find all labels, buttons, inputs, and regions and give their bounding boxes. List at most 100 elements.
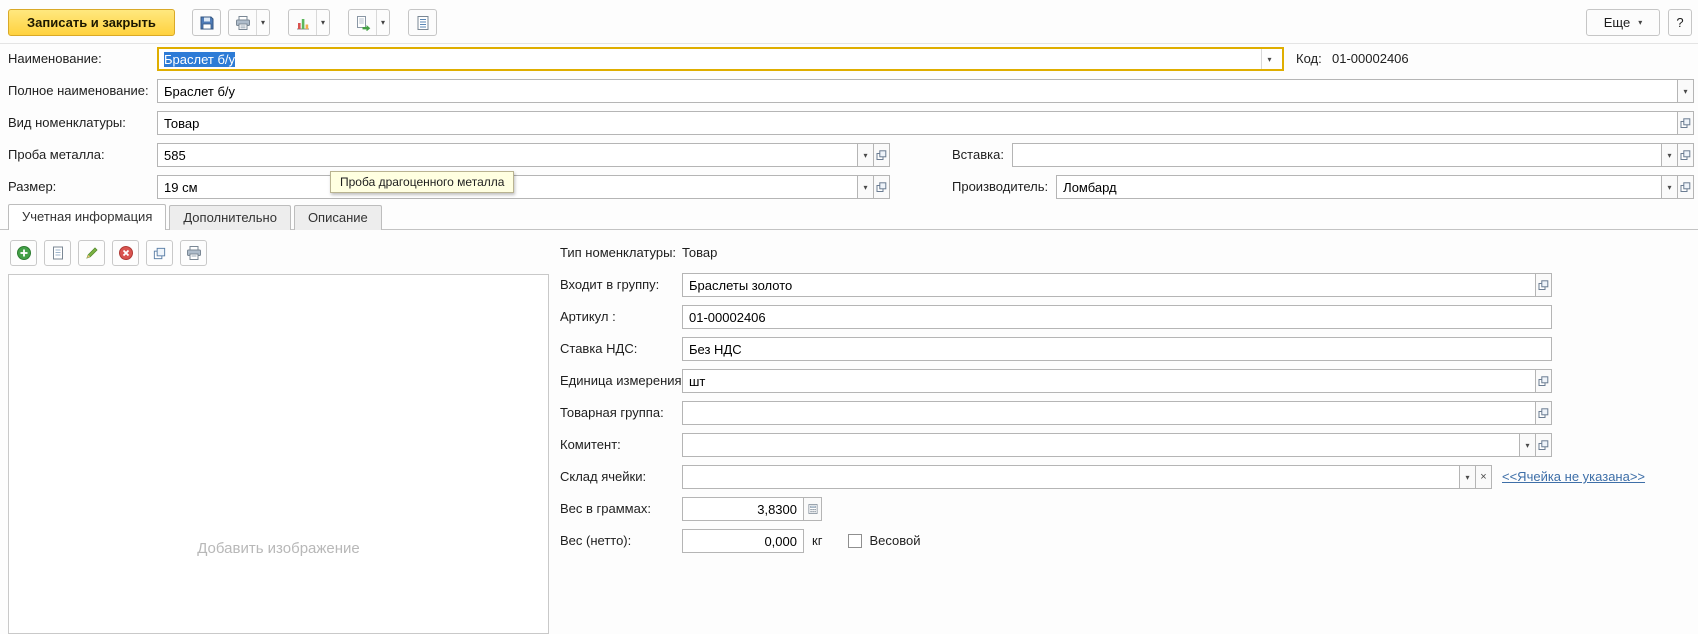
consignor-input[interactable] xyxy=(682,433,1520,457)
cell-warehouse-clear-button[interactable]: × xyxy=(1475,465,1492,489)
full-name-value: Браслет б/у xyxy=(164,84,235,99)
print-image-button[interactable] xyxy=(180,240,207,266)
tab-additional[interactable]: Дополнительно xyxy=(169,205,291,230)
open-icon xyxy=(1538,280,1549,291)
field-row-assay: Проба металла: 585 ▾ xyxy=(8,143,890,167)
save-button[interactable] xyxy=(192,9,221,36)
insert-open-button[interactable] xyxy=(1677,143,1694,167)
assay-open-button[interactable] xyxy=(873,143,890,167)
detail-row-vat: Ставка НДС: Без НДС xyxy=(560,337,1552,361)
create-based-on-icon xyxy=(349,10,376,35)
weight-grams-value: 3,8300 xyxy=(757,502,797,517)
floppy-disk-icon xyxy=(193,10,220,35)
chevron-down-icon: ▾ xyxy=(1638,18,1642,27)
kind-open-button[interactable] xyxy=(1677,111,1694,135)
print-button[interactable]: ▾ xyxy=(228,9,270,36)
unit-label: Единица измерения: xyxy=(560,369,682,393)
size-value: 19 см xyxy=(164,180,198,195)
size-dropdown-button[interactable]: ▾ xyxy=(857,175,874,199)
create-based-on-menu-arrow[interactable]: ▾ xyxy=(376,10,389,35)
full-name-input[interactable]: Браслет б/у xyxy=(157,79,1678,103)
product-group-input[interactable] xyxy=(682,401,1536,425)
tab-description-label: Описание xyxy=(308,210,368,225)
edit-image-button[interactable] xyxy=(78,240,105,266)
manufacturer-input[interactable]: Ломбард xyxy=(1056,175,1662,199)
document-list-button[interactable] xyxy=(408,9,437,36)
red-x-circle-icon xyxy=(118,245,134,261)
reports-menu-arrow[interactable]: ▾ xyxy=(316,10,329,35)
detail-row-article: Артикул : 01-00002406 xyxy=(560,305,1552,329)
kind-input[interactable]: Товар xyxy=(157,111,1678,135)
tooltip-text: Проба драгоценного металла xyxy=(340,175,504,189)
kind-label: Вид номенклатуры: xyxy=(8,111,157,135)
add-image-button[interactable] xyxy=(10,240,37,266)
weight-net-input[interactable]: 0,000 xyxy=(682,529,804,553)
product-group-open-button[interactable] xyxy=(1535,401,1552,425)
field-row-manufacturer: Производитель: Ломбард ▾ xyxy=(952,175,1694,199)
article-value: 01-00002406 xyxy=(689,310,766,325)
kind-value: Товар xyxy=(164,116,199,131)
weight-grams-label: Вес в граммах: xyxy=(560,497,682,521)
field-row-kind: Вид номенклатуры: Товар xyxy=(8,111,1694,135)
consignor-open-button[interactable] xyxy=(1535,433,1552,457)
open-icon xyxy=(1538,376,1549,387)
name-input[interactable]: Браслет б/у ▾ xyxy=(157,47,1284,71)
vat-input[interactable]: Без НДС xyxy=(682,337,1552,361)
cell-not-set-link[interactable]: <<Ячейка не указана>> xyxy=(1502,465,1645,489)
detail-row-consignor: Комитент: ▾ xyxy=(560,433,1552,457)
save-and-close-label: Записать и закрыть xyxy=(27,15,156,30)
open-image-button[interactable] xyxy=(146,240,173,266)
product-group-label: Товарная группа: xyxy=(560,401,682,425)
weight-flag-checkbox[interactable] xyxy=(848,534,862,548)
printer-icon xyxy=(186,245,202,261)
load-file-button[interactable] xyxy=(44,240,71,266)
image-drop-area[interactable] xyxy=(8,274,549,634)
group-open-button[interactable] xyxy=(1535,273,1552,297)
size-open-button[interactable] xyxy=(873,175,890,199)
overlapping-squares-icon xyxy=(152,246,167,261)
detail-row-weight-net: Вес (нетто): 0,000 кг Весовой xyxy=(560,529,1552,553)
weight-net-value: 0,000 xyxy=(764,534,797,549)
cell-warehouse-dropdown-button[interactable]: ▾ xyxy=(1459,465,1476,489)
cell-warehouse-label: Склад ячейки: xyxy=(560,465,682,489)
weight-grams-calculator-button[interactable] xyxy=(803,497,822,521)
tab-additional-label: Дополнительно xyxy=(183,210,277,225)
cell-warehouse-input[interactable] xyxy=(682,465,1460,489)
document-icon xyxy=(50,245,66,261)
save-and-close-button[interactable]: Записать и закрыть xyxy=(8,9,175,36)
assay-input[interactable]: 585 xyxy=(157,143,858,167)
consignor-dropdown-button[interactable]: ▾ xyxy=(1519,433,1536,457)
field-row-name: Наименование: Браслет б/у ▾ xyxy=(8,47,1284,71)
green-plus-circle-icon xyxy=(16,245,32,261)
name-label: Наименование: xyxy=(8,47,157,71)
insert-label: Вставка: xyxy=(952,143,1012,167)
unit-input[interactable]: шт xyxy=(682,369,1536,393)
group-input[interactable]: Браслеты золото xyxy=(682,273,1536,297)
print-menu-arrow[interactable]: ▾ xyxy=(256,10,269,35)
tab-accounting-info[interactable]: Учетная информация xyxy=(8,204,166,230)
calculator-icon xyxy=(807,503,819,515)
create-based-on-button[interactable]: ▾ xyxy=(348,9,390,36)
delete-image-button[interactable] xyxy=(112,240,139,266)
open-icon xyxy=(1680,118,1691,129)
more-button[interactable]: Еще ▾ xyxy=(1586,9,1660,36)
insert-input[interactable] xyxy=(1012,143,1662,167)
insert-dropdown-button[interactable]: ▾ xyxy=(1661,143,1678,167)
tab-bar: Учетная информация Дополнительно Описани… xyxy=(8,204,385,230)
detail-row-type: Тип номенклатуры: Товар xyxy=(560,241,1552,265)
open-icon xyxy=(1538,440,1549,451)
weight-grams-input[interactable]: 3,8300 xyxy=(682,497,804,521)
tab-description[interactable]: Описание xyxy=(294,205,382,230)
unit-open-button[interactable] xyxy=(1535,369,1552,393)
open-icon xyxy=(876,150,887,161)
full-name-dropdown-button[interactable]: ▾ xyxy=(1677,79,1694,103)
name-dropdown-icon[interactable]: ▾ xyxy=(1261,49,1277,69)
reports-button[interactable]: ▾ xyxy=(288,9,330,36)
article-input[interactable]: 01-00002406 xyxy=(682,305,1552,329)
help-button[interactable]: ? xyxy=(1668,9,1692,36)
manufacturer-dropdown-button[interactable]: ▾ xyxy=(1661,175,1678,199)
assay-label: Проба металла: xyxy=(8,143,157,167)
manufacturer-open-button[interactable] xyxy=(1677,175,1694,199)
assay-dropdown-button[interactable]: ▾ xyxy=(857,143,874,167)
size-label: Размер: xyxy=(8,175,157,199)
